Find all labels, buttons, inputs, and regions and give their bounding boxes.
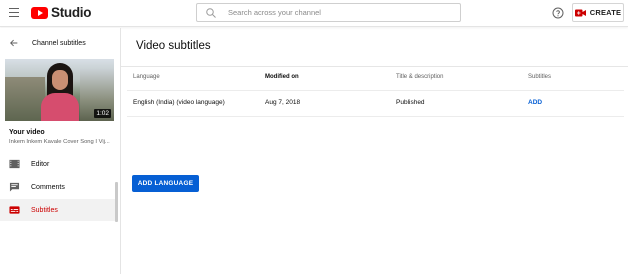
search-icon (206, 7, 216, 18)
search-box[interactable] (196, 3, 461, 22)
back-arrow-icon[interactable] (9, 38, 19, 48)
sidebar: Channel subtitles 1:02 Your video Inkem … (0, 28, 121, 274)
subtitles-icon (9, 206, 20, 214)
cell-language: English (India) (video language) (133, 99, 225, 106)
add-language-button[interactable]: ADD LANGUAGE (132, 175, 199, 192)
your-video-heading: Your video (9, 129, 45, 136)
comment-icon (9, 182, 20, 192)
duration-badge: 1:02 (94, 109, 111, 118)
youtube-logo-icon (31, 6, 48, 19)
create-label: CREATE (589, 8, 622, 17)
column-header-title-description: Title & description (396, 74, 444, 80)
divider (127, 90, 624, 91)
divider (127, 116, 624, 117)
video-thumbnail[interactable]: 1:02 (5, 59, 114, 121)
hamburger-menu-icon[interactable] (9, 8, 19, 17)
column-header-subtitles: Subtitles (528, 74, 552, 80)
sidebar-item-label: Subtitles (31, 206, 58, 214)
sidebar-item-subtitles[interactable]: Subtitles (0, 199, 118, 221)
help-icon[interactable] (552, 7, 564, 19)
film-icon (9, 159, 20, 169)
create-button[interactable]: CREATE (572, 3, 624, 22)
sidebar-scrollbar[interactable] (115, 182, 118, 222)
sidebar-item-editor[interactable]: Editor (0, 153, 118, 175)
video-camera-icon (574, 9, 586, 16)
back-label: Channel subtitles (32, 39, 86, 47)
add-subtitles-link[interactable]: ADD (528, 99, 542, 106)
top-bar: Studio CREATE (0, 0, 628, 27)
divider (121, 66, 628, 67)
column-header-language: Language (133, 74, 160, 80)
cell-title-description-status: Published (396, 99, 425, 106)
search-input[interactable] (228, 8, 448, 17)
logo-text: Studio (51, 5, 92, 20)
studio-logo[interactable]: Studio (31, 5, 92, 20)
column-header-modified[interactable]: Modified on (265, 74, 299, 80)
page-title: Video subtitles (136, 40, 211, 52)
sidebar-item-label: Comments (31, 183, 65, 191)
back-row: Channel subtitles (0, 36, 86, 50)
cell-modified: Aug 7, 2018 (265, 99, 301, 106)
video-title: Inkem Inkem Kavale Cover Song I Vij... (9, 139, 110, 145)
sidebar-item-comments[interactable]: Comments (0, 176, 118, 198)
sidebar-item-label: Editor (31, 160, 50, 168)
